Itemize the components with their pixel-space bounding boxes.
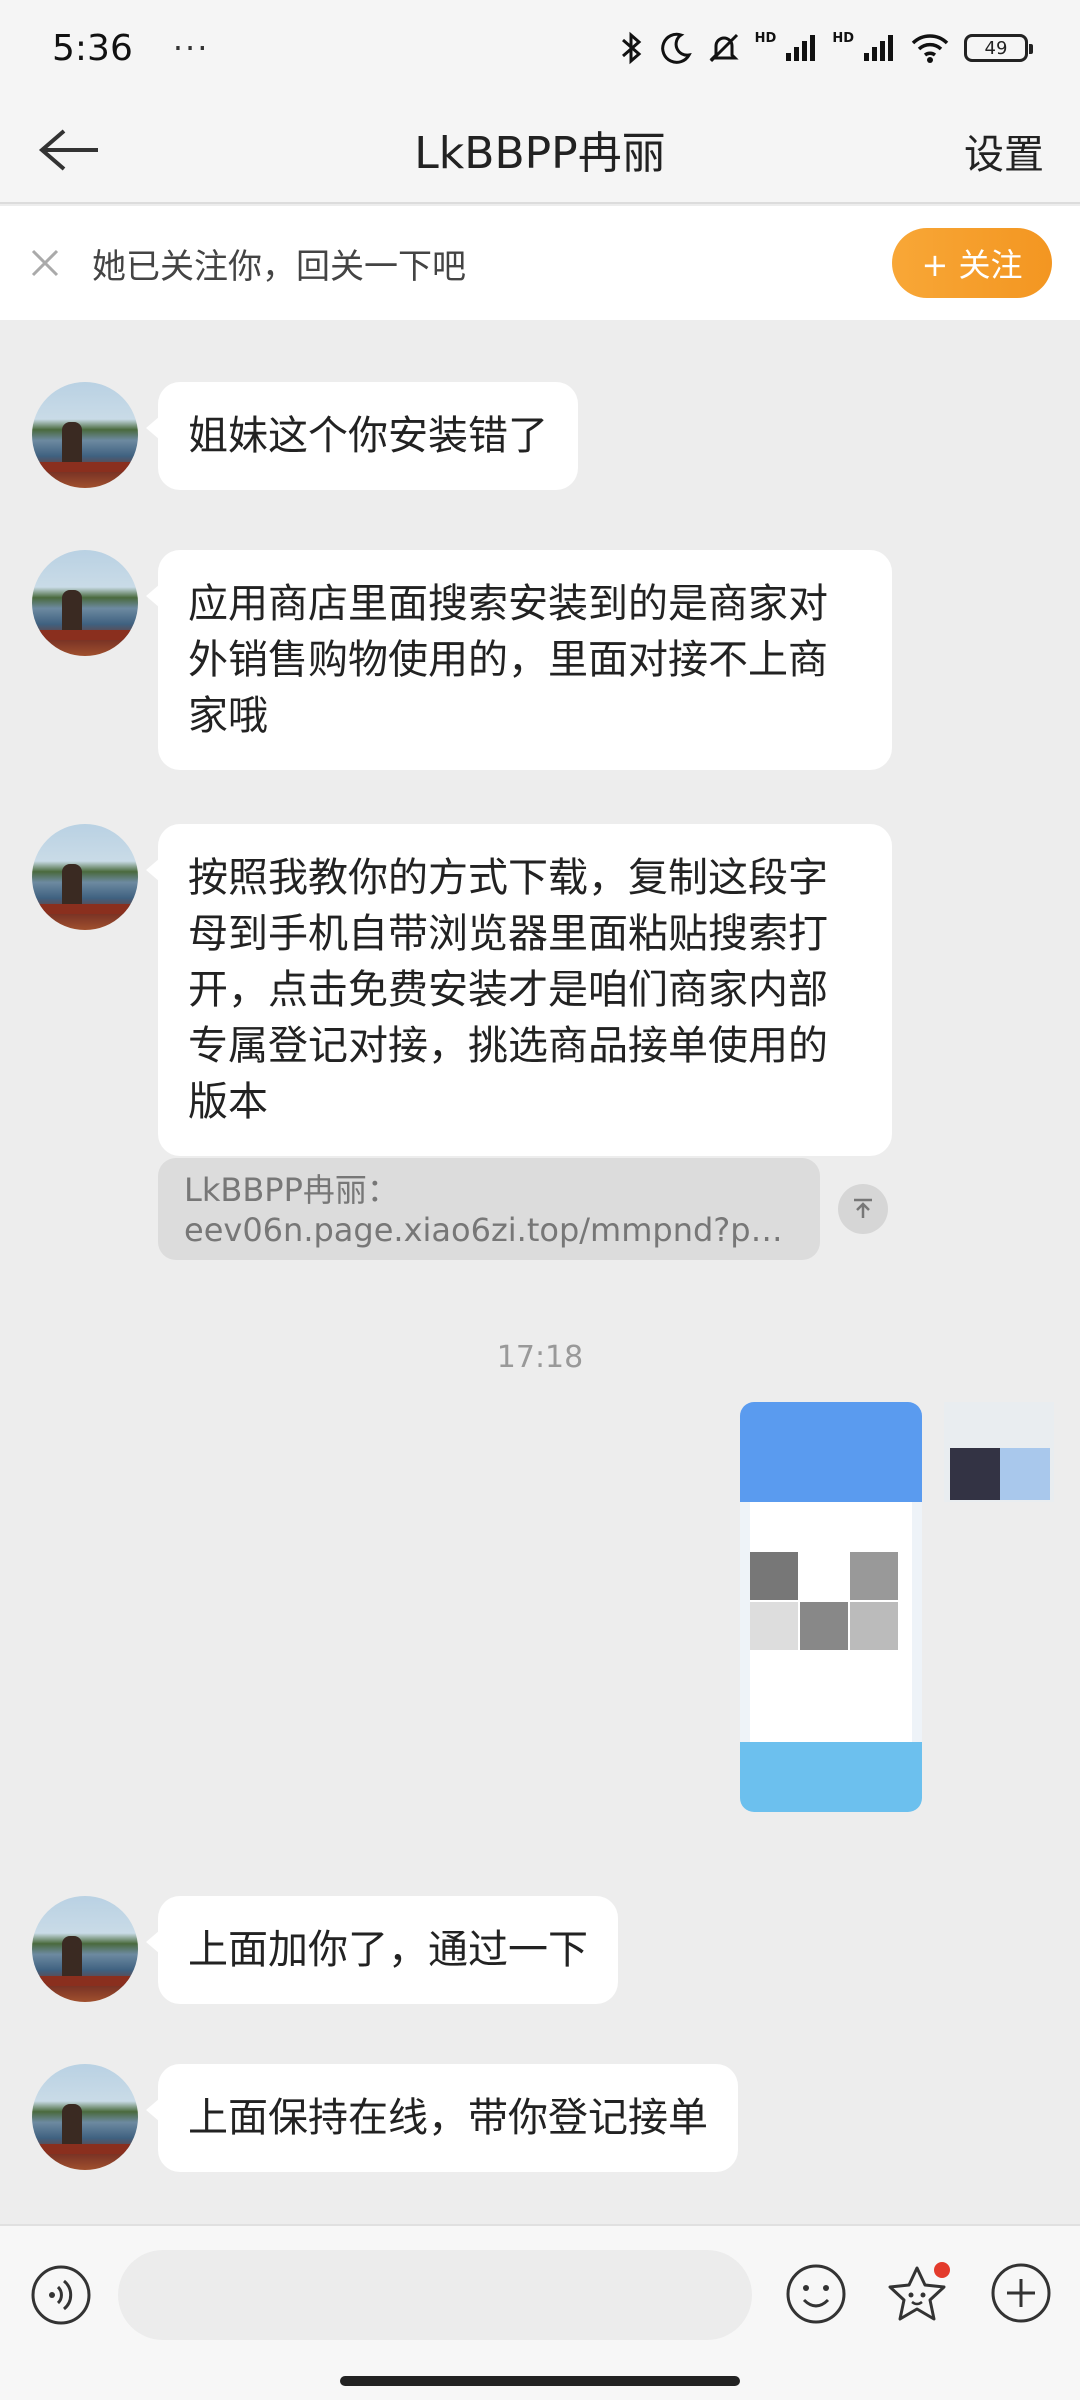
message-text: 姐妹这个你安装错了	[188, 413, 548, 459]
message-bubble[interactable]: 上面保持在线，带你登记接单	[146, 2064, 738, 2172]
plus-icon	[991, 2263, 1051, 2323]
page-title: LkBBPP冉丽	[414, 128, 666, 179]
message-line: 版本	[188, 1079, 268, 1125]
message-line: 母到手机自带浏览器里面粘贴搜索打	[188, 911, 828, 957]
contact-avatar[interactable]	[32, 1896, 138, 2002]
message-bubble[interactable]: 按照我教你的方式下载，复制这段字 母到手机自带浏览器里面粘贴搜索打 开，点击免费…	[146, 824, 892, 1156]
wifi-icon	[910, 32, 950, 64]
message-bubble[interactable]: 姐妹这个你安装错了	[146, 382, 578, 490]
contact-avatar[interactable]	[32, 2064, 138, 2170]
sticker-button[interactable]	[884, 2258, 954, 2328]
contact-avatar[interactable]	[32, 550, 138, 656]
voice-icon	[31, 2265, 91, 2325]
message-line: 家哦	[188, 693, 268, 739]
blurred-image-fragment	[944, 1402, 1054, 1502]
close-banner-button[interactable]	[28, 246, 62, 280]
message-line: 应用商店里面搜索安装到的是商家对	[188, 581, 828, 627]
quote-sender: LkBBPP冉丽：	[184, 1171, 399, 1209]
quote-content: eev06n.page.xiao6zi.top/mmpnd?p=...	[184, 1211, 794, 1249]
message-timestamp: 17:18	[496, 1340, 584, 1375]
status-bar: 5:36 ··· HD HD 49	[0, 0, 1080, 96]
mute-bell-icon	[707, 31, 741, 65]
status-icons: HD HD 49	[619, 30, 1033, 66]
message-input[interactable]	[118, 2250, 752, 2340]
message-bubble[interactable]: 应用商店里面搜索安装到的是商家对 外销售购物使用的，里面对接不上商 家哦	[146, 550, 892, 770]
message-text: 上面加你了，通过一下	[188, 1927, 588, 1973]
bluetooth-icon	[619, 30, 645, 66]
title-bar: LkBBPP冉丽 设置	[0, 96, 1080, 204]
image-thumbnail	[740, 1402, 922, 1812]
contact-avatar[interactable]	[32, 382, 138, 488]
settings-button[interactable]: 设置	[964, 122, 1044, 180]
hd-label-2: HD	[832, 30, 854, 46]
arrow-up-to-top-icon	[854, 1198, 872, 1218]
status-time: 5:36	[52, 27, 133, 69]
signal-icon	[784, 33, 818, 63]
close-icon	[31, 249, 59, 277]
status-more-dots: ···	[172, 29, 210, 67]
back-button[interactable]	[36, 122, 106, 178]
message-line: 外销售购物使用的，里面对接不上商	[188, 637, 828, 683]
back-arrow-icon	[38, 129, 98, 171]
scroll-to-quote-button[interactable]	[838, 1184, 888, 1234]
emoji-button[interactable]	[784, 2262, 848, 2326]
notification-dot	[934, 2262, 950, 2278]
quoted-message[interactable]: LkBBPP冉丽： eev06n.page.xiao6zi.top/mmpnd?…	[158, 1158, 820, 1260]
home-indicator[interactable]	[340, 2376, 740, 2386]
emoji-icon	[786, 2264, 846, 2324]
message-line: 开，点击免费安装才是咱们商家内部	[188, 967, 828, 1013]
follow-banner: 她已关注你，回关一下吧 + 关注	[0, 206, 1080, 320]
message-text: 上面保持在线，带你登记接单	[188, 2095, 708, 2141]
chat-screen: 5:36 ··· HD HD 49 LkBBPP冉丽 设置 她已关注你，回关一下…	[0, 0, 1080, 2400]
input-bar	[0, 2224, 1080, 2400]
more-options-button[interactable]	[990, 2262, 1052, 2324]
signal-icon-2	[862, 33, 896, 63]
star-sticker-icon	[888, 2262, 950, 2321]
message-line: 专属登记对接，挑选商品接单使用的	[188, 1023, 828, 1069]
follow-button[interactable]: + 关注	[892, 228, 1052, 298]
moon-icon	[659, 31, 693, 65]
battery-indicator: 49	[964, 34, 1033, 62]
sent-image-message[interactable]	[740, 1402, 922, 1812]
hd-label: HD	[754, 30, 777, 46]
message-bubble[interactable]: 上面加你了，通过一下	[146, 1896, 618, 2004]
message-line: 按照我教你的方式下载，复制这段字	[188, 855, 828, 901]
follow-prompt-text: 她已关注你，回关一下吧	[92, 246, 466, 287]
voice-button[interactable]	[30, 2264, 92, 2326]
contact-avatar[interactable]	[32, 824, 138, 930]
